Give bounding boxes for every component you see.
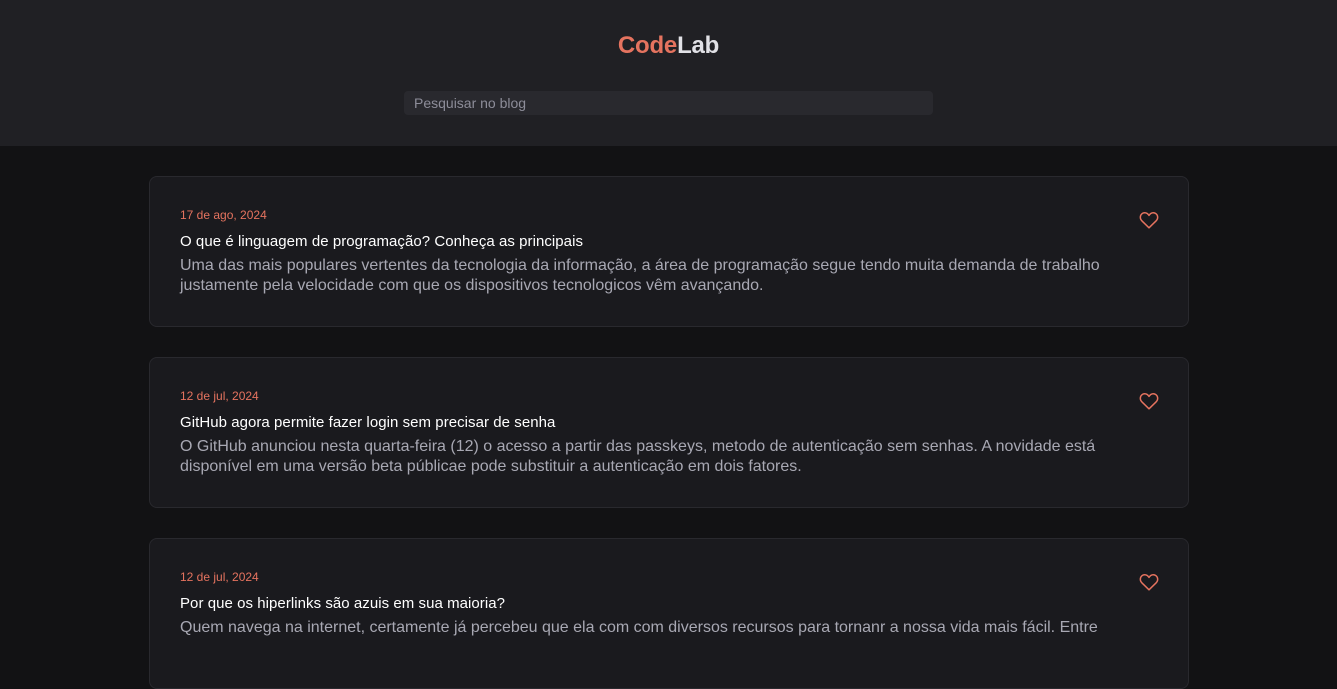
logo-lab-text: Lab [677, 32, 720, 59]
logo-code-text: Code [617, 32, 678, 59]
search-input[interactable] [404, 91, 933, 115]
post-card[interactable]: 12 de jul, 2024 Por que os hiperlinks sã… [149, 538, 1189, 689]
site-header: CodeLab [0, 0, 1337, 146]
logo[interactable]: CodeLab [0, 31, 1337, 61]
post-excerpt: Uma das mais populares vertentes da tecn… [180, 257, 1100, 294]
post-date: 12 de jul, 2024 [180, 570, 259, 584]
heart-icon[interactable] [1138, 571, 1160, 593]
heart-icon[interactable] [1138, 209, 1160, 231]
post-date: 12 de jul, 2024 [180, 389, 259, 403]
post-title[interactable]: Por que os hiperlinks são azuis em sua m… [180, 594, 505, 614]
post-title[interactable]: GitHub agora permite fazer login sem pre… [180, 413, 555, 433]
heart-icon[interactable] [1138, 390, 1160, 412]
post-excerpt: O GitHub anunciou nesta quarta-feira (12… [180, 438, 1096, 475]
post-card[interactable]: 12 de jul, 2024 GitHub agora permite faz… [149, 357, 1189, 508]
post-title[interactable]: O que é linguagem de programação? Conheç… [180, 232, 583, 252]
post-excerpt: Quem navega na internet, certamente já p… [180, 619, 1098, 636]
post-date: 17 de ago, 2024 [180, 208, 267, 222]
post-card[interactable]: 17 de ago, 2024 O que é linguagem de pro… [149, 176, 1189, 327]
